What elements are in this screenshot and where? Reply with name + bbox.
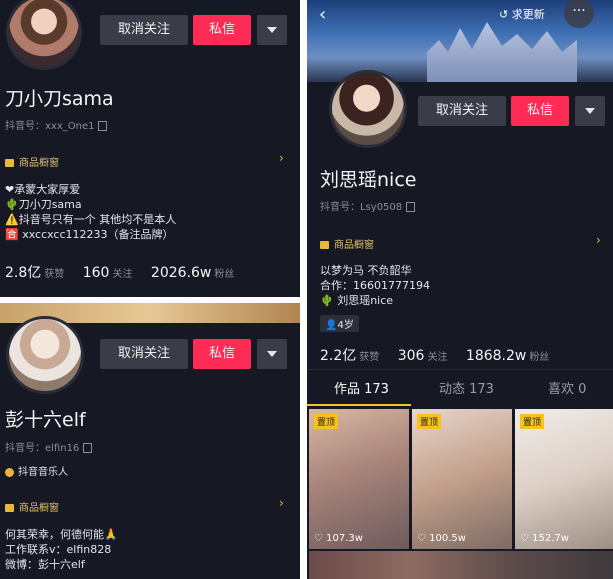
person-icon: 👤 xyxy=(325,320,338,331)
avatar[interactable] xyxy=(6,0,82,70)
video-likes-count: 107.3w xyxy=(326,533,363,544)
shop-window-link[interactable]: 商品橱窗 xyxy=(5,154,59,169)
copy-icon[interactable] xyxy=(406,202,416,212)
douyin-id-text: 抖音号：elfin16 xyxy=(5,443,80,454)
verified-icon xyxy=(5,467,14,477)
stats-row: 2.8亿 获赞 160 关注 2026.6w 粉丝 xyxy=(5,262,248,282)
likes-count[interactable]: 2.8亿 xyxy=(5,265,41,281)
bio-line: 工作联系v：elfin828 xyxy=(5,543,112,556)
copy-icon[interactable] xyxy=(83,443,93,453)
following-count[interactable]: 306 xyxy=(398,348,425,364)
video-likes-count: 100.5w xyxy=(429,533,466,544)
verified-label: 抖音音乐人 xyxy=(18,467,68,478)
fans-label: 粉丝 xyxy=(529,352,550,363)
chevron-right-icon[interactable]: › xyxy=(279,496,284,510)
shop-window-link[interactable]: 商品橱窗 xyxy=(320,236,374,251)
age-tag: 👤4岁 xyxy=(320,315,359,332)
following-label: 关注 xyxy=(427,352,448,363)
bio-line: ❤承蒙大家厚爱 xyxy=(5,183,81,196)
bio: 何其荣幸，何德何能🙏 工作联系v：elfin828 微博：彭十六elf xyxy=(5,527,118,572)
douyin-id-text: 抖音号：Lsy0508 xyxy=(320,202,403,213)
fans-label: 粉丝 xyxy=(214,269,235,280)
profile-panel-1: 取消关注 私信 刀小刀sama 抖音号：xxx_One1 商品橱窗 › ❤承蒙大… xyxy=(0,0,300,297)
shop-label: 商品橱窗 xyxy=(334,240,374,251)
bio: ❤承蒙大家厚爱 🌵刀小刀sama ⚠️抖音号只有一个 其他均不是本人 🈴 xxc… xyxy=(5,182,176,242)
pinned-badge: 置顶 xyxy=(520,414,545,429)
bio-line: 微博：彭十六elf xyxy=(5,558,85,571)
video-row-partial xyxy=(309,551,613,579)
video-likes: ♡ 152.7w xyxy=(520,533,569,544)
more-button[interactable] xyxy=(257,15,287,45)
avatar[interactable] xyxy=(329,70,407,148)
pinned-badge: 置顶 xyxy=(314,414,339,429)
tab-works[interactable]: 作品 173 xyxy=(334,378,389,397)
chevron-down-icon xyxy=(267,26,277,33)
unfollow-button[interactable]: 取消关注 xyxy=(100,339,188,369)
divider xyxy=(307,369,613,370)
unfollow-button[interactable]: 取消关注 xyxy=(418,96,506,126)
stats-row: 2.2亿 获赞 306 关注 1868.2w 粉丝 xyxy=(320,345,563,365)
chevron-down-icon xyxy=(267,350,277,357)
bio-line: 以梦为马 不负韶华 xyxy=(320,264,412,277)
shop-label: 商品橱窗 xyxy=(19,503,59,514)
profile-name: 刀小刀sama xyxy=(5,88,114,110)
video-thumbnail[interactable]: 置顶 ♡ 107.3w xyxy=(309,409,409,549)
following-label: 关注 xyxy=(112,269,133,280)
tab-likes[interactable]: 喜欢 0 xyxy=(548,378,586,397)
douyin-id-text: 抖音号：xxx_One1 xyxy=(5,121,95,132)
message-button[interactable]: 私信 xyxy=(193,15,251,45)
fans-count[interactable]: 2026.6w xyxy=(151,265,211,281)
likes-label: 获赞 xyxy=(359,352,380,363)
video-likes: ♡ 107.3w xyxy=(314,533,363,544)
douyin-id: 抖音号：Lsy0508 xyxy=(320,198,416,213)
avatar[interactable] xyxy=(6,316,84,394)
likes-count[interactable]: 2.2亿 xyxy=(320,348,356,364)
shop-icon xyxy=(5,504,14,512)
following-count[interactable]: 160 xyxy=(83,265,110,281)
chevron-down-icon xyxy=(585,107,595,114)
unfollow-button[interactable]: 取消关注 xyxy=(100,15,188,45)
tab-dynamics[interactable]: 动态 173 xyxy=(439,378,494,397)
douyin-id: 抖音号：elfin16 xyxy=(5,439,93,454)
video-likes: ♡ 100.5w xyxy=(417,533,466,544)
bio: 以梦为马 不负韶华 合作：16601777194 🌵 刘思瑶nice xyxy=(320,263,430,308)
douyin-id: 抖音号：xxx_One1 xyxy=(5,117,108,132)
chevron-right-icon[interactable]: › xyxy=(596,233,601,247)
castle-shape xyxy=(427,22,577,82)
tab-indicator xyxy=(307,404,411,406)
likes-label: 获赞 xyxy=(44,269,65,280)
video-thumbnail[interactable]: 置顶 ♡ 100.5w xyxy=(412,409,512,549)
shop-window-link[interactable]: 商品橱窗 xyxy=(5,499,59,514)
message-button[interactable]: 私信 xyxy=(193,339,251,369)
profile-panel-3: ‹ ↺ 求更新 ··· 取消关注 私信 刘思瑶nice 抖音号：Lsy0508 … xyxy=(307,0,613,579)
bio-line: 合作：16601777194 xyxy=(320,279,430,292)
message-button[interactable]: 私信 xyxy=(511,96,569,126)
profile-name: 刘思瑶nice xyxy=(320,169,417,191)
fans-count[interactable]: 1868.2w xyxy=(466,348,526,364)
bio-line: 何其荣幸，何德何能🙏 xyxy=(5,528,118,541)
shop-icon xyxy=(320,241,329,249)
video-likes-count: 152.7w xyxy=(532,533,569,544)
bio-line: 🌵 刘思瑶nice xyxy=(320,294,394,307)
copy-icon[interactable] xyxy=(98,121,108,131)
more-button[interactable] xyxy=(575,96,605,126)
video-thumbnail[interactable]: 置顶 ♡ 152.7w xyxy=(515,409,613,549)
age-label: 4岁 xyxy=(337,320,354,331)
back-icon[interactable]: ‹ xyxy=(319,4,326,25)
shop-icon xyxy=(5,159,14,167)
bio-line: ⚠️抖音号只有一个 其他均不是本人 xyxy=(5,213,177,226)
bio-line: 🌵刀小刀sama xyxy=(5,198,82,211)
pinned-badge: 置顶 xyxy=(417,414,442,429)
profile-name: 彭十六elf xyxy=(5,409,86,431)
update-icon: ↺ xyxy=(499,8,512,21)
bio-line: 🈴 xxccxcc112233（备注品牌） xyxy=(5,228,174,241)
more-button[interactable] xyxy=(257,339,287,369)
profile-panel-2: 取消关注 私信 彭十六elf 抖音号：elfin16 抖音音乐人 商品橱窗 › … xyxy=(0,303,300,579)
update-label: 求更新 xyxy=(511,8,545,21)
update-request-button[interactable]: ↺ 求更新 xyxy=(499,6,545,22)
chevron-right-icon[interactable]: › xyxy=(279,151,284,165)
shop-label: 商品橱窗 xyxy=(19,158,59,169)
verified-badge: 抖音音乐人 xyxy=(5,463,68,478)
